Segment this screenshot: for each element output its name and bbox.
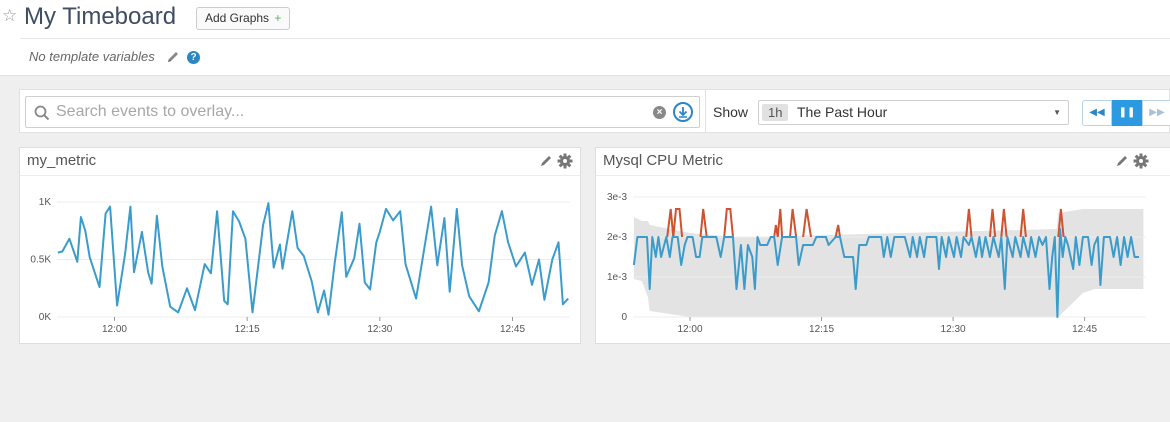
edit-pencil-icon[interactable] [166, 50, 180, 64]
widget-actions [539, 153, 573, 169]
rewind-button[interactable]: ◀◀ [1082, 100, 1112, 126]
event-overlay-toolbar: × Show 1h The Past Hour ▼ ◀◀ ❚❚ ▶▶ [19, 89, 1170, 133]
time-navigation: ◀◀ ❚❚ ▶▶ [1082, 100, 1170, 126]
widget-actions [1115, 153, 1149, 169]
alert-line-segment [789, 208, 798, 238]
pause-button[interactable]: ❚❚ [1112, 100, 1142, 126]
favorite-star-icon[interactable]: ☆ [2, 6, 17, 26]
x-tick-label: 12:00 [102, 324, 127, 335]
x-tick-label: 12:15 [235, 324, 260, 335]
time-range-select[interactable]: 1h The Past Hour ▼ [758, 100, 1069, 125]
gear-icon[interactable] [1133, 153, 1149, 169]
x-tick-label: 12:00 [677, 324, 702, 335]
series-line [57, 202, 569, 316]
widget-mysql-cpu: Mysql CPU Metric 3e-3 2e-3 1e-3 0 12:00 12:15… [595, 147, 1170, 344]
y-tick-label: 3e-3 [607, 192, 627, 203]
search-icon [34, 105, 50, 121]
widget-my-metric: my_metric 1K 0.5K 0K 12:00 12:15 12:30 12:45 [19, 147, 581, 344]
search-input[interactable] [56, 101, 646, 123]
help-icon[interactable]: ? [187, 51, 200, 64]
fast-forward-button[interactable]: ▶▶ [1142, 100, 1170, 126]
page-header: ☆ My Timeboard Add Graphs + No template … [0, 0, 1170, 76]
plus-icon: + [274, 11, 282, 25]
y-tick-label: 0.5K [30, 255, 51, 266]
caret-down-icon: ▼ [1053, 108, 1061, 117]
gear-icon[interactable] [557, 153, 573, 169]
y-tick-label: 0K [39, 312, 52, 323]
edit-pencil-icon[interactable] [539, 154, 553, 168]
widget-title: my_metric [27, 152, 97, 169]
x-tick-label: 12:45 [500, 324, 525, 335]
alert-line-segment [699, 208, 708, 238]
alert-line-segment [773, 208, 784, 238]
rewind-icon: ◀◀ [1089, 107, 1105, 118]
add-graphs-button[interactable]: Add Graphs + [196, 7, 291, 30]
widget-title: Mysql CPU Metric [603, 152, 724, 169]
confidence-band [633, 209, 1144, 317]
fast-forward-icon: ▶▶ [1149, 107, 1165, 118]
template-variables-text: No template variables [29, 49, 155, 64]
toolbar-divider [705, 90, 706, 132]
pause-icon: ❚❚ [1118, 107, 1136, 118]
edit-pencil-icon[interactable] [1115, 154, 1129, 168]
clear-search-icon[interactable]: × [653, 106, 666, 119]
overlay-events-icon[interactable] [673, 102, 693, 122]
x-tick-label: 12:15 [809, 324, 834, 335]
time-range-value: The Past Hour [797, 104, 888, 120]
alert-line-segment [723, 208, 734, 238]
alert-line-segment [802, 208, 812, 238]
time-range-badge: 1h [762, 104, 789, 121]
x-tick-label: 12:45 [1072, 324, 1097, 335]
y-tick-label: 1K [39, 197, 52, 208]
my-metric-chart: 1K 0.5K 0K 12:00 12:15 12:30 12:45 [30, 197, 570, 335]
x-tick-label: 12:30 [941, 324, 966, 335]
search-box: × [25, 96, 700, 128]
add-graphs-label: Add Graphs [205, 11, 270, 25]
y-tick-label: 1e-3 [607, 272, 627, 283]
y-tick-label: 2e-3 [607, 232, 627, 243]
page-title: My Timeboard [24, 3, 177, 30]
show-label: Show [713, 104, 749, 120]
x-tick-label: 12:30 [367, 324, 392, 335]
y-tick-label: 0 [621, 312, 627, 323]
mysql-cpu-chart: 3e-3 2e-3 1e-3 0 12:00 12:15 12:30 12:45 [607, 192, 1146, 335]
header-divider [20, 38, 1170, 39]
